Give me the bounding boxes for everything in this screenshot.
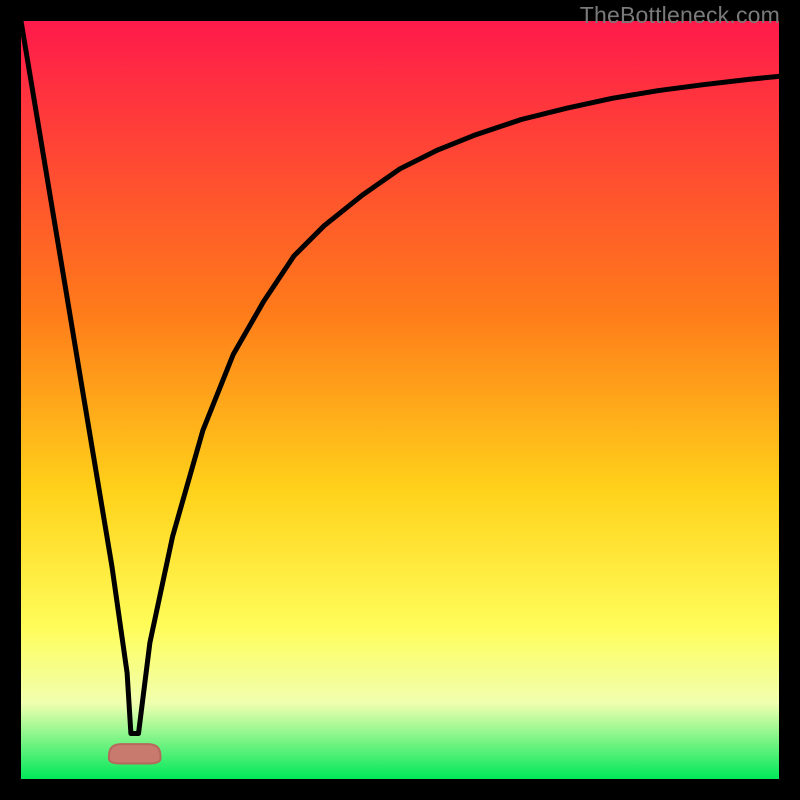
watermark-text: TheBottleneck.com: [580, 2, 780, 29]
gradient-background: [21, 21, 779, 779]
bottleneck-chart: [21, 21, 779, 779]
optimal-marker: [109, 744, 161, 763]
plot-frame: [21, 21, 779, 779]
